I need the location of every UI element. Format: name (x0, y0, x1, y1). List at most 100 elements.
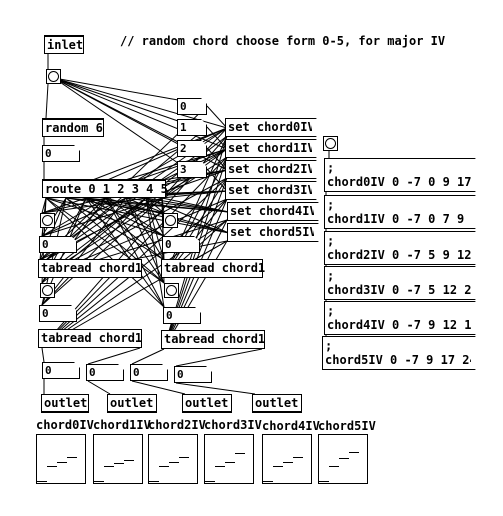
bang-left-2[interactable] (40, 283, 55, 298)
patch-cord (105, 197, 165, 308)
output-number-2[interactable]: 0 (130, 364, 168, 381)
patch-cord (41, 197, 163, 237)
array-graph-5[interactable] (318, 434, 368, 484)
output-number-3[interactable]: 0 (174, 366, 212, 383)
chord-message-2[interactable]: ; chord2IV 0 -7 5 9 12 (324, 231, 476, 265)
stack-number-0[interactable]: 0 (177, 98, 207, 115)
patch-cord (45, 197, 165, 237)
set-message-0[interactable]: set chord0IV (225, 118, 317, 137)
patch-cord (175, 382, 256, 395)
chord-message-1-text: chord1IV 0 -7 0 7 9 (327, 212, 465, 226)
set-message-2[interactable]: set chord2IV (225, 160, 317, 179)
array-label-5: chord5IV (318, 419, 376, 433)
chord-message-2-prefix: ; (327, 234, 335, 248)
patch-cord (87, 380, 111, 395)
outlet-1[interactable]: outlet (107, 394, 157, 413)
chord-message-3[interactable]: ; chord3IV 0 -7 5 12 21 (324, 266, 476, 300)
chord-message-5[interactable]: ; chord5IV 0 -7 9 17 24 (322, 336, 476, 370)
patch-cord (145, 197, 165, 237)
patch-cord (87, 347, 141, 365)
chord-message-1[interactable]: ; chord1IV 0 -7 0 7 9 (324, 195, 476, 229)
chord-message-5-prefix: ; (325, 339, 333, 353)
random-object[interactable]: random 6 (42, 118, 104, 137)
patch-cord (85, 197, 165, 308)
bang-right[interactable] (323, 136, 338, 151)
patch-cord (145, 197, 230, 213)
stack-number-2[interactable]: 2 (177, 140, 207, 157)
patch-cord (85, 197, 230, 213)
bang-top[interactable] (46, 69, 61, 84)
patch-cord (145, 197, 165, 261)
patch-cord (85, 197, 165, 214)
patch-cord (65, 197, 165, 261)
array-label-3: chord3IV (204, 418, 262, 432)
patch-cord (53, 77, 179, 101)
chord-message-4-text: chord4IV 0 -7 9 12 17 (327, 318, 479, 332)
patch-cord (53, 77, 179, 122)
chord-message-4-prefix: ; (327, 304, 335, 318)
tabread-mid[interactable]: tabread chord1 (161, 259, 265, 278)
array-graph-4[interactable] (262, 434, 312, 484)
chord-message-5-text: chord5IV 0 -7 9 17 24 (325, 353, 477, 367)
patch-cord (206, 126, 228, 150)
patch-cord (206, 168, 228, 192)
number-left-2[interactable]: 0 (39, 305, 77, 322)
chord-message-4[interactable]: ; chord4IV 0 -7 9 12 17 (324, 301, 476, 335)
patch-cord (125, 197, 165, 214)
patch-cord (41, 197, 107, 214)
tabread-bottom-mid[interactable]: tabread chord1 (161, 330, 265, 349)
patch-cord (145, 197, 165, 308)
chord-message-2-text: chord2IV 0 -7 5 9 12 (327, 248, 472, 262)
route-object[interactable]: route 0 1 2 3 4 5 (42, 179, 168, 198)
outlet-0[interactable]: outlet (41, 394, 89, 413)
stack-number-3[interactable]: 3 (177, 161, 207, 178)
array-graph-1[interactable] (93, 434, 143, 484)
patch-cord (65, 197, 230, 213)
random-number-box[interactable]: 0 (42, 145, 80, 162)
number-left-1[interactable]: 0 (39, 236, 77, 253)
outlet-2[interactable]: outlet (182, 394, 232, 413)
number-mid-1[interactable]: 0 (162, 236, 200, 253)
number-mid-2[interactable]: 0 (163, 307, 201, 324)
array-label-2: chord2IV (148, 418, 206, 432)
bang-mid-2[interactable] (164, 283, 179, 298)
patch-cord (125, 197, 230, 213)
patch-cord (41, 347, 45, 363)
patch-cord (85, 197, 165, 261)
patch-cord (41, 197, 47, 214)
chord-message-1-prefix: ; (327, 198, 335, 212)
chord-message-0-text: chord0IV 0 -7 0 9 17 (327, 175, 472, 189)
array-graph-0[interactable] (36, 434, 86, 484)
tabread-left[interactable]: tabread chord1 (38, 259, 142, 278)
set-message-5[interactable]: set chord5IV (227, 223, 319, 242)
output-number-0[interactable]: 0 (42, 362, 80, 379)
array-graph-2[interactable] (148, 434, 198, 484)
patch-cord (85, 197, 165, 237)
patch-cord (145, 197, 165, 214)
array-label-1: chord1IV (93, 418, 151, 432)
patch-cord (41, 197, 147, 214)
inlet-object[interactable]: inlet (44, 35, 84, 54)
patch-cord (206, 147, 228, 171)
chord-message-0-prefix: ; (327, 161, 335, 175)
tabread-bottom-left[interactable]: tabread chord1 (38, 329, 142, 348)
bang-left-1[interactable] (40, 213, 55, 228)
patch-cord (65, 197, 165, 214)
outlet-3[interactable]: outlet (252, 394, 302, 413)
patch-cord (175, 348, 263, 367)
patch-cord (85, 197, 230, 234)
set-message-1[interactable]: set chord1IV (225, 139, 317, 158)
patch-cord (163, 135, 228, 278)
set-message-4[interactable]: set chord4IV (227, 202, 319, 221)
output-number-1[interactable]: 0 (86, 364, 124, 381)
patch-cord (125, 197, 165, 261)
patch-cord (161, 197, 165, 214)
patch-cord (45, 197, 230, 234)
array-graph-3[interactable] (204, 434, 254, 484)
set-message-3[interactable]: set chord3IV (225, 181, 317, 200)
stack-number-1[interactable]: 1 (177, 119, 207, 136)
chord-message-3-prefix: ; (327, 269, 335, 283)
bang-mid-1[interactable] (163, 213, 178, 228)
chord-message-0[interactable]: ; chord0IV 0 -7 0 9 17 (324, 158, 476, 192)
patch-cord (41, 197, 87, 214)
